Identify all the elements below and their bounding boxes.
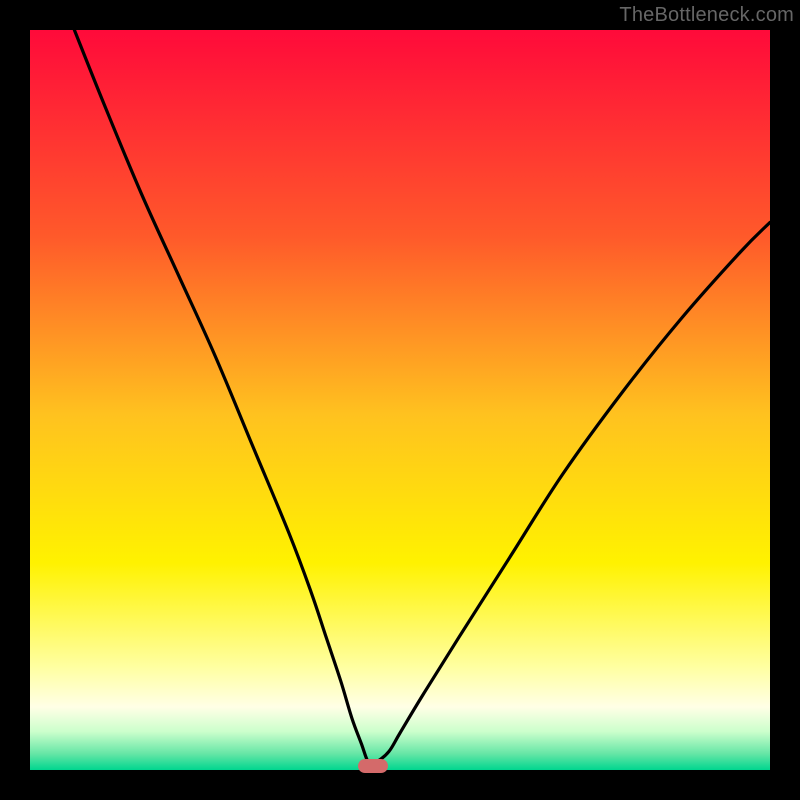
optimal-marker (358, 759, 388, 773)
plot-area (30, 30, 770, 770)
chart-frame: TheBottleneck.com (0, 0, 800, 800)
watermark-text: TheBottleneck.com (619, 4, 794, 27)
bottleneck-curve (30, 30, 770, 770)
